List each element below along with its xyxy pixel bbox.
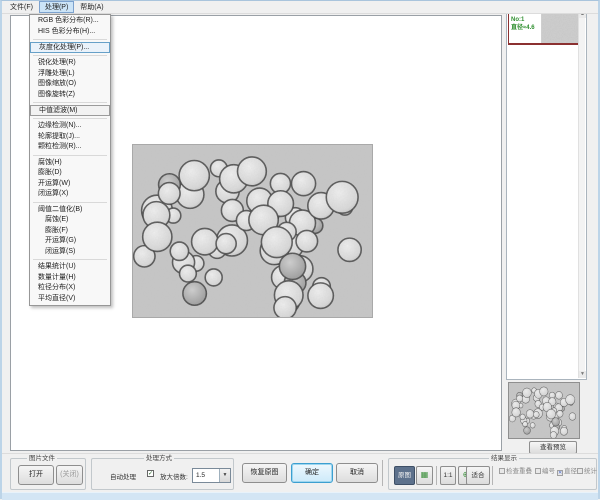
view-group-title: 结果显示 (489, 455, 519, 462)
menubar-item-0[interactable]: 文件(F) (4, 1, 39, 13)
file-group: 图片文件 打开 (关闭) (10, 458, 86, 490)
view-group-divider-2 (492, 466, 493, 485)
menu-item-14[interactable]: 颗粒检测(R)... (30, 142, 110, 153)
menu-item-24[interactable]: 开运算(G) (30, 236, 110, 247)
menu-item-23[interactable]: 膨胀(F) (30, 226, 110, 237)
mode-group: 处理方式 自动处理 ✓ 放大倍数: 1.5 ▼ (91, 458, 234, 490)
menu-item-3[interactable]: 灰度化处理(P)... (30, 42, 110, 53)
particle-micrograph-image (132, 144, 373, 318)
menu-item-27[interactable]: 结果统计(U) (30, 262, 110, 273)
menu-separator (33, 118, 107, 119)
menubar-item-2[interactable]: 帮助(A) (74, 1, 109, 13)
menu-separator (33, 259, 107, 260)
full-image-preview (508, 382, 580, 439)
result-item-labels: No:1 直径≈4.6 (509, 14, 541, 43)
option-label: 直径 (564, 468, 577, 475)
toolbar-divider (382, 460, 383, 486)
menu-item-6[interactable]: 浮雕处理(L) (30, 69, 110, 80)
scale-label: 放大倍数: (160, 471, 188, 481)
result-list-scrollbar[interactable]: ▲ ▼ (578, 11, 585, 378)
menu-item-0[interactable]: RGB 色彩分布(R)... (30, 16, 110, 27)
menu-item-1[interactable]: HIS 色彩分布(H)... (30, 27, 110, 38)
menu-item-21[interactable]: 阈值二值化(B) (30, 205, 110, 216)
menu-separator (33, 102, 107, 103)
result-item-size: 直径≈4.6 (511, 24, 540, 32)
menubar-item-1[interactable]: 处理(P) (39, 1, 74, 13)
bottom-toolbar: 图片文件 打开 (关闭) 处理方式 自动处理 ✓ 放大倍数: 1.5 ▼ 恢复原… (2, 453, 598, 492)
file-group-title: 图片文件 (27, 455, 57, 462)
auto-process-label: 自动处理 (110, 471, 136, 481)
view-option-3[interactable]: 统计 (577, 465, 597, 475)
result-list[interactable]: No:1 直径≈4.6 ▲ ▼ (506, 9, 587, 380)
view-option-1[interactable]: 编号 (535, 465, 555, 475)
menu-item-5[interactable]: 锐化处理(R) (30, 58, 110, 69)
cancel-button[interactable]: 取消 (336, 463, 378, 483)
scale-combobox-value: 1.5 (196, 472, 205, 479)
option-glyph-icon (535, 468, 541, 474)
auto-process-checkbox[interactable]: ✓ (147, 470, 154, 477)
option-glyph-icon (499, 468, 505, 474)
app-window: { "menu_bar": { "items": [ {"label": "文件… (0, 0, 600, 499)
process-menu-dropdown: RGB 色彩分布(R)...HIS 色彩分布(H)... 灰度化处理(P)... 锐… (29, 14, 111, 306)
menu-item-29[interactable]: 粒径分布(X) (30, 283, 110, 294)
close-image-button[interactable]: (关闭) (56, 465, 83, 485)
menu-item-22[interactable]: 腐蚀(E) (30, 215, 110, 226)
mode-group-title: 处理方式 (144, 455, 174, 462)
view-tool-1-icon[interactable]: ▦ (416, 466, 433, 485)
view-group-divider-1 (436, 466, 437, 485)
view-tool-2-button[interactable]: 1:1 (440, 466, 456, 485)
option-glyph-icon: ✕ (557, 470, 563, 476)
menu-separator (33, 39, 107, 40)
restore-button[interactable]: 恢复原图 (242, 463, 287, 483)
menu-item-7[interactable]: 图像缩放(O) (30, 79, 110, 90)
menu-item-28[interactable]: 数量计量(H) (30, 273, 110, 284)
menu-item-10[interactable]: 中值滤波(M) (30, 105, 110, 116)
view-option-0[interactable]: 检查重叠 (499, 465, 532, 475)
menu-item-16[interactable]: 腐蚀(H) (30, 158, 110, 169)
result-list-item[interactable]: No:1 直径≈4.6 (508, 12, 580, 45)
view-tool-0-button[interactable]: 原图 (394, 466, 415, 485)
scale-combobox[interactable]: 1.5 ▼ (192, 468, 231, 483)
result-item-no: No:1 (511, 16, 540, 24)
chevron-down-icon[interactable]: ▼ (219, 469, 230, 482)
view-group: 结果显示 原图▦1:1⊕适合 检查重叠编号✕直径统计 (388, 458, 597, 490)
menu-item-13[interactable]: 轮廓提取(J)... (30, 132, 110, 143)
menu-bar: 文件(F)处理(P)帮助(A) (2, 1, 598, 14)
menu-item-19[interactable]: 闭运算(X) (30, 189, 110, 200)
menu-item-30[interactable]: 平均直径(V) (30, 294, 110, 305)
menu-item-8[interactable]: 图像旋转(Z) (30, 90, 110, 101)
view-option-2[interactable]: ✕直径 (557, 465, 577, 476)
menu-separator (33, 202, 107, 203)
open-image-button[interactable]: 打开 (18, 465, 54, 485)
view-tool-4-button[interactable]: 适合 (466, 466, 490, 485)
option-glyph-icon (577, 468, 583, 474)
scrollbar-down-icon[interactable]: ▼ (579, 371, 586, 378)
option-label: 编号 (542, 468, 555, 475)
result-item-thumbnail (541, 14, 578, 43)
menu-item-18[interactable]: 开运算(W) (30, 179, 110, 190)
menu-separator (33, 155, 107, 156)
ok-button[interactable]: 确定 (291, 463, 333, 483)
menu-item-12[interactable]: 边缘检测(N)... (30, 121, 110, 132)
menu-separator (33, 55, 107, 56)
option-label: 统计 (584, 468, 597, 475)
menu-item-25[interactable]: 闭运算(S) (30, 247, 110, 258)
option-label: 检查重叠 (506, 468, 532, 475)
menu-item-17[interactable]: 膨胀(D) (30, 168, 110, 179)
